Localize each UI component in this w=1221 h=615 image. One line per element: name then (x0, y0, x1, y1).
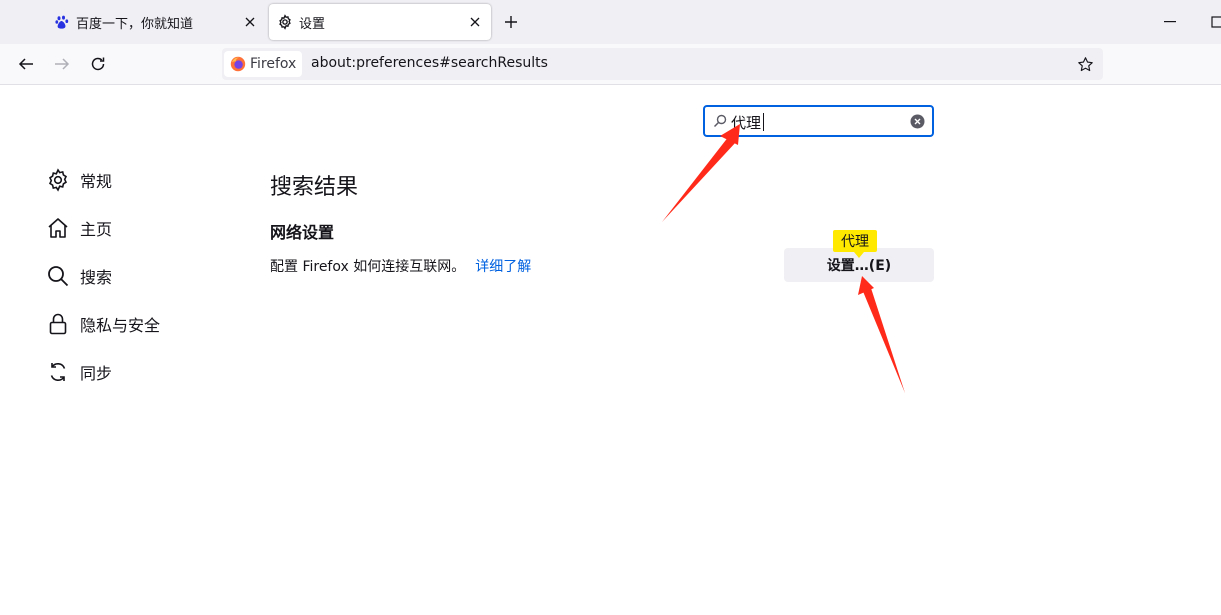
tab-label: 百度一下，你就知道 (76, 16, 194, 32)
home-icon (46, 216, 70, 240)
identity-box[interactable]: Firefox (224, 51, 303, 77)
text-caret (763, 113, 764, 131)
back-button[interactable] (14, 52, 38, 76)
minimize-icon (1164, 21, 1176, 23)
navigation-toolbar: Firefox about:preferences#searchResults (0, 44, 1221, 85)
learn-more-link[interactable]: 详细了解 (475, 259, 531, 275)
identity-label: Firefox (250, 56, 297, 72)
close-icon[interactable] (242, 14, 258, 30)
minimize-button[interactable] (1160, 12, 1180, 32)
url-bar[interactable]: Firefox about:preferences#searchResults (222, 48, 1103, 80)
new-tab-button[interactable] (500, 11, 522, 33)
bookmark-star-button[interactable] (1075, 54, 1095, 74)
search-input[interactable]: 代理 (703, 105, 934, 137)
gear-icon (46, 168, 70, 192)
section-title: 网络设置 (270, 223, 335, 242)
search-icon (713, 114, 727, 128)
star-icon (1077, 56, 1093, 71)
firefox-logo-icon (230, 56, 246, 72)
category-label: 同步 (80, 364, 113, 383)
tab-baidu[interactable]: 百度一下，你就知道 (48, 4, 266, 40)
maximize-icon (1211, 16, 1221, 28)
page-title: 搜索结果 (270, 175, 359, 200)
tab-label: 设置 (299, 16, 326, 32)
plus-icon (505, 16, 517, 28)
section-description: 配置 Firefox 如何连接互联网。 详细了解 (270, 256, 531, 276)
close-icon[interactable] (467, 14, 483, 30)
category-label: 常规 (80, 172, 113, 191)
category-home[interactable]: 主页 (46, 214, 112, 242)
annotation-arrows (662, 124, 905, 393)
maximize-button[interactable] (1205, 12, 1221, 32)
category-label: 隐私与安全 (80, 316, 161, 335)
url-text[interactable]: about:preferences#searchResults (311, 55, 548, 71)
forward-arrow-icon (55, 58, 70, 70)
search-icon (46, 264, 70, 288)
category-search[interactable]: 搜索 (46, 262, 112, 290)
category-privacy[interactable]: 隐私与安全 (46, 310, 160, 338)
baidu-paw-icon (54, 14, 70, 30)
category-label: 搜索 (80, 268, 113, 287)
category-general[interactable]: 常规 (46, 166, 112, 194)
clear-icon[interactable] (910, 114, 925, 129)
search-value: 代理 (731, 114, 762, 132)
category-sync[interactable]: 同步 (46, 358, 112, 386)
reload-button[interactable] (86, 52, 110, 76)
tab-bar: 百度一下，你就知道 设置 (0, 0, 1221, 44)
tab-settings[interactable]: 设置 (269, 4, 491, 40)
forward-button[interactable] (50, 52, 74, 76)
search-highlight-tooltip: 代理 (833, 230, 877, 258)
description-text: 配置 Firefox 如何连接互联网。 (270, 259, 466, 275)
category-label: 主页 (80, 220, 113, 239)
annotation-arrow-search (662, 124, 740, 222)
lock-icon (46, 312, 70, 336)
reload-icon (91, 57, 105, 71)
preferences-page: 代理 常规 主页 搜索 隐私与安全 同步 搜索结果 网络设置 配置 Firefo… (0, 85, 1221, 615)
gear-icon (277, 14, 293, 30)
back-arrow-icon (18, 58, 33, 70)
sync-icon (46, 360, 70, 384)
annotation-arrow-button (858, 276, 905, 393)
